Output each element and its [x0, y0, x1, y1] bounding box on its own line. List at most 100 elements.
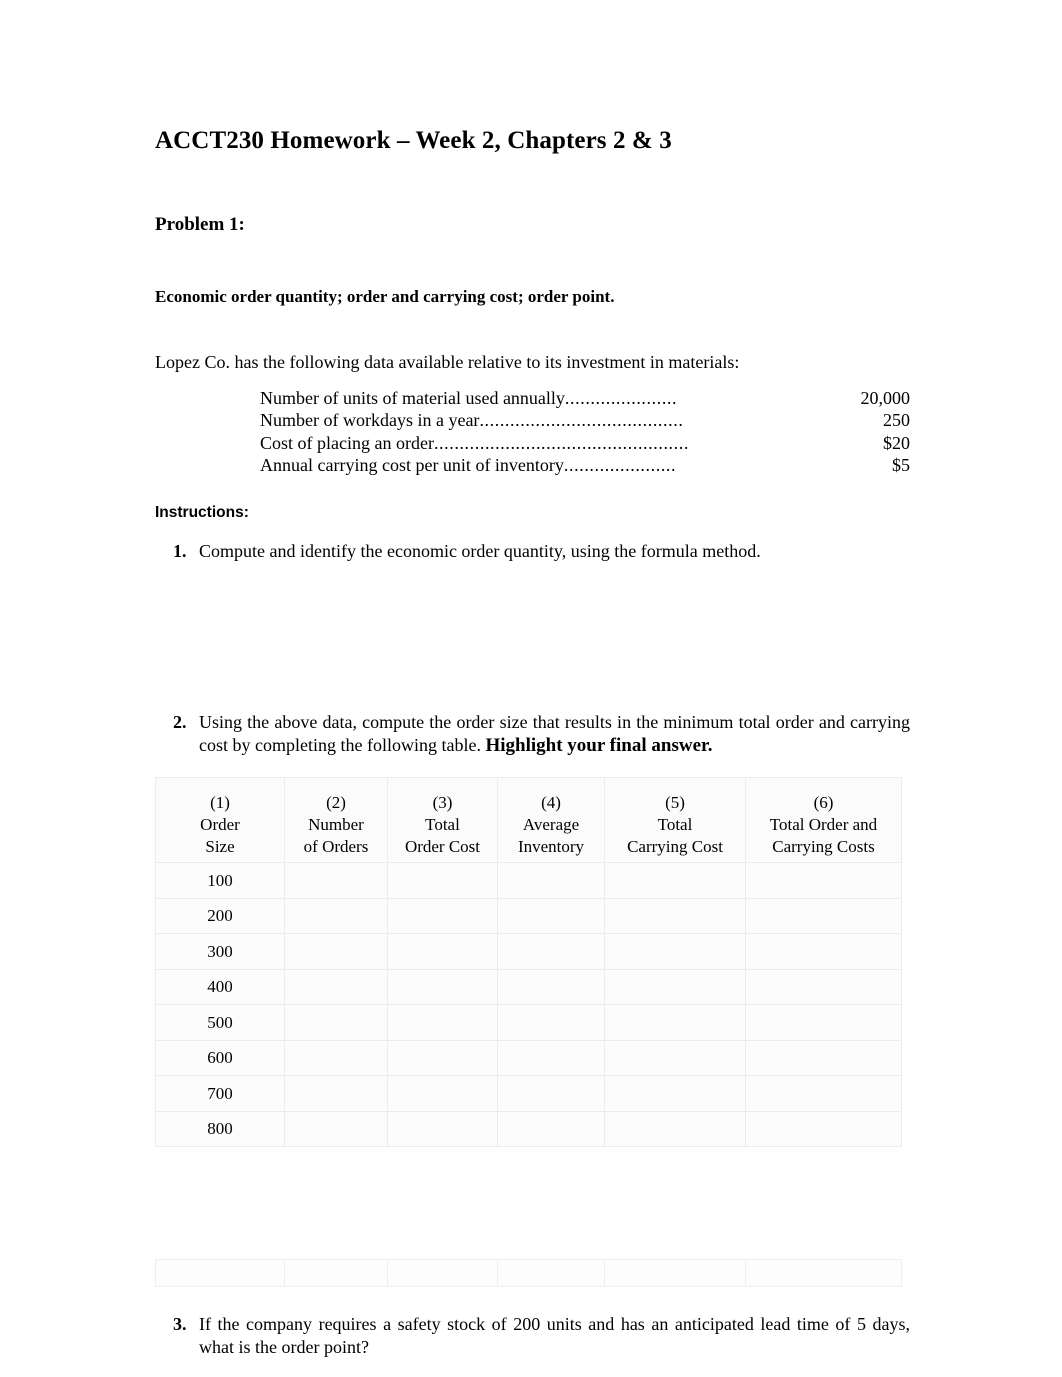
cell-average-inventory[interactable]	[497, 897, 605, 935]
column-number: (2)	[326, 793, 346, 813]
cell-total-order-cost[interactable]	[387, 862, 498, 899]
cell-average-inventory[interactable]	[497, 1039, 605, 1077]
column-label-line1: Average	[522, 815, 580, 835]
data-label: Number of units of material used annuall…	[260, 387, 565, 408]
cell-average-inventory[interactable]	[497, 933, 605, 970]
document-page: ACCT230 Homework – Week 2, Chapters 2 & …	[0, 0, 1062, 1377]
column-label-line2: Inventory	[517, 837, 585, 857]
data-value: $20	[883, 432, 910, 453]
instruction-number: 1.	[173, 541, 187, 562]
intro-paragraph: Lopez Co. has the following data availab…	[155, 352, 740, 373]
cell-total-order-and-carrying-costs[interactable]	[745, 1004, 902, 1041]
cell-order-size: 500	[155, 1004, 285, 1041]
cell-total-order-and-carrying-costs[interactable]	[745, 968, 902, 1006]
cell-number-of-orders[interactable]	[284, 968, 388, 1006]
cell-total-order-and-carrying-costs[interactable]	[745, 897, 902, 935]
data-label: Number of workdays in a year	[260, 410, 480, 431]
table-row: 500	[155, 1004, 902, 1041]
cell-total-order-and-carrying-costs[interactable]	[745, 1039, 902, 1077]
answer-cell[interactable]	[284, 1259, 388, 1288]
cell-number-of-orders[interactable]	[284, 1110, 388, 1148]
dot-leader: ........................................…	[433, 432, 689, 453]
answer-cell[interactable]	[387, 1259, 498, 1288]
cell-total-carrying-cost[interactable]	[604, 1039, 746, 1077]
page-title: ACCT230 Homework – Week 2, Chapters 2 & …	[155, 127, 672, 154]
cell-total-order-cost[interactable]	[387, 968, 498, 1006]
list-item: Number of units of material used annuall…	[155, 387, 910, 410]
cell-number-of-orders[interactable]	[284, 1075, 388, 1112]
instructions-label: Instructions:	[155, 503, 249, 521]
cell-average-inventory[interactable]	[497, 1004, 605, 1041]
column-label-line2: Order Cost	[404, 837, 481, 857]
cell-total-order-cost[interactable]	[387, 1004, 498, 1041]
cell-total-order-cost[interactable]	[387, 1110, 498, 1148]
cell-average-inventory[interactable]	[497, 968, 605, 1006]
instruction-text: Compute and identify the economic order …	[199, 541, 761, 562]
instruction-text: If the company requires a safety stock o…	[199, 1314, 910, 1358]
materials-data-list: Number of units of material used annuall…	[155, 374, 910, 477]
cell-total-order-cost[interactable]	[387, 897, 498, 935]
data-label: Cost of placing an order	[260, 432, 434, 453]
table-row: 700	[155, 1075, 902, 1112]
cell-order-size: 300	[155, 933, 285, 970]
cell-total-order-cost[interactable]	[387, 1039, 498, 1077]
table-body: 100 200 300 400 500 600 700 800	[155, 862, 902, 1148]
cell-order-size: 800	[155, 1110, 285, 1148]
column-header-total-order-cost: (3) Total Order Cost	[387, 777, 498, 864]
cell-total-order-and-carrying-costs[interactable]	[745, 862, 902, 899]
cell-total-carrying-cost[interactable]	[604, 1110, 746, 1148]
cell-total-carrying-cost[interactable]	[604, 1075, 746, 1112]
table-row: 400	[155, 968, 902, 1006]
answer-cell[interactable]	[745, 1259, 902, 1288]
list-item: Number of workdays in a year ...........…	[155, 409, 910, 432]
problem-heading: Problem 1:	[155, 214, 245, 235]
cell-total-carrying-cost[interactable]	[604, 933, 746, 970]
column-number: (1)	[210, 793, 230, 813]
column-label-line2: Size	[205, 837, 235, 857]
cell-order-size: 700	[155, 1075, 285, 1112]
cell-number-of-orders[interactable]	[284, 1039, 388, 1077]
column-number: (5)	[665, 793, 685, 813]
cell-total-order-cost[interactable]	[387, 1075, 498, 1112]
column-label-line1: Total	[657, 815, 693, 835]
answer-cell[interactable]	[497, 1259, 605, 1288]
cell-total-carrying-cost[interactable]	[604, 968, 746, 1006]
cell-total-order-cost[interactable]	[387, 933, 498, 970]
table-row: 600	[155, 1039, 902, 1077]
table-row	[155, 1259, 902, 1288]
column-label-line2: Carrying Cost	[627, 837, 723, 857]
cell-total-carrying-cost[interactable]	[604, 862, 746, 899]
cell-total-carrying-cost[interactable]	[604, 897, 746, 935]
cell-average-inventory[interactable]	[497, 862, 605, 899]
answer-table-body	[155, 1259, 902, 1288]
cell-total-order-and-carrying-costs[interactable]	[745, 1110, 902, 1148]
answer-cell[interactable]	[604, 1259, 746, 1288]
calc-table-container: (1) Order Size (2) Number of Orders (3) …	[155, 757, 910, 1148]
column-label-line1: Order	[200, 815, 240, 835]
cell-average-inventory[interactable]	[497, 1075, 605, 1112]
data-value: $5	[892, 455, 910, 476]
cell-number-of-orders[interactable]	[284, 1004, 388, 1041]
cell-number-of-orders[interactable]	[284, 933, 388, 970]
table-header-row: (1) Order Size (2) Number of Orders (3) …	[155, 777, 902, 864]
cell-number-of-orders[interactable]	[284, 862, 388, 899]
instruction-number: 3.	[173, 1314, 187, 1335]
column-label-line2: Carrying Costs	[772, 837, 875, 857]
instruction-text: Using the above data, compute the order …	[199, 711, 910, 757]
data-label: Annual carrying cost per unit of invento…	[260, 455, 564, 476]
cell-total-carrying-cost[interactable]	[604, 1004, 746, 1041]
dot-leader: ......................	[563, 455, 677, 476]
cell-number-of-orders[interactable]	[284, 897, 388, 935]
cell-total-order-and-carrying-costs[interactable]	[745, 933, 902, 970]
instruction-item-3: 3. If the company requires a safety stoc…	[155, 1313, 910, 1359]
answer-cell[interactable]	[155, 1259, 285, 1288]
column-label-line1: Total	[425, 815, 460, 835]
document-content: ACCT230 Homework – Week 2, Chapters 2 & …	[155, 0, 910, 1359]
cell-total-order-and-carrying-costs[interactable]	[745, 1075, 902, 1112]
cell-average-inventory[interactable]	[497, 1110, 605, 1148]
instruction-number: 2.	[173, 712, 187, 733]
answer-space-2-container	[155, 1147, 910, 1288]
column-header-total-order-and-carrying-costs: (6) Total Order and Carrying Costs	[745, 777, 902, 864]
column-header-total-carrying-cost: (5) Total Carrying Cost	[604, 777, 746, 864]
column-header-order-size: (1) Order Size	[155, 777, 285, 864]
